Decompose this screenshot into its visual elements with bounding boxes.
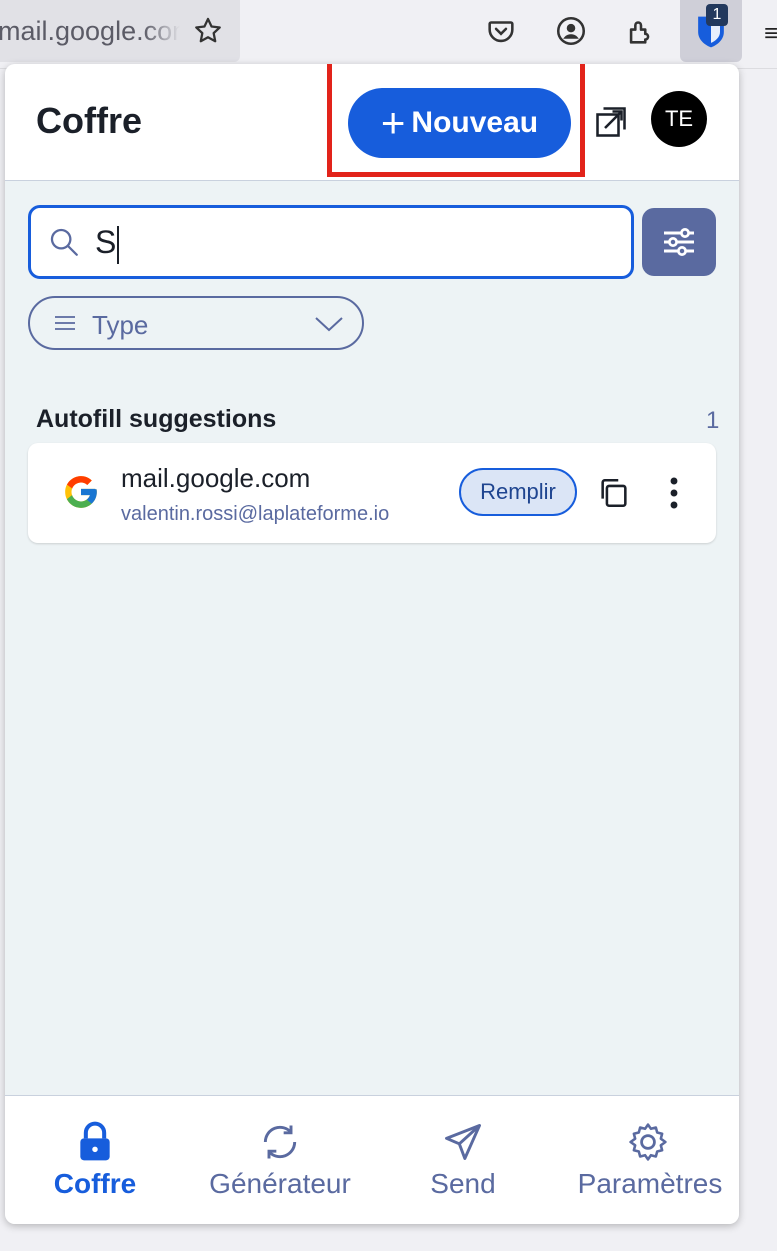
nav-item-send[interactable]: Send — [413, 1096, 513, 1224]
page-title: Coffre — [36, 100, 142, 141]
avatar-initials: TE — [664, 106, 694, 131]
new-item-label: Nouveau — [411, 106, 539, 139]
lock-icon — [80, 1121, 110, 1161]
popup-header: Coffre + Nouveau TE — [5, 64, 739, 181]
nav-label-send: Send — [430, 1168, 496, 1199]
bitwarden-popup: Coffre + Nouveau TE S Type Autofill sugg… — [5, 64, 739, 1224]
pocket-icon[interactable] — [484, 14, 518, 48]
section-count: 1 — [706, 407, 720, 434]
extension-badge: 1 — [706, 4, 728, 26]
more-options-icon[interactable] — [666, 475, 682, 511]
bitwarden-extension-button[interactable]: 1 — [680, 0, 742, 62]
nav-item-vault[interactable]: Coffre — [35, 1096, 155, 1224]
type-filter-label: Type — [92, 310, 149, 340]
nav-label-settings: Paramètres — [577, 1168, 723, 1199]
chevron-down-icon — [315, 317, 343, 332]
nav-item-settings[interactable]: Paramètres — [565, 1096, 735, 1224]
nav-label-vault: Coffre — [53, 1168, 137, 1199]
nav-label-generator: Générateur — [209, 1168, 351, 1199]
search-input[interactable] — [95, 220, 615, 264]
url-text[interactable]: mail.google.com — [0, 16, 180, 47]
plus-icon: + — [380, 99, 406, 146]
bottom-nav: Coffre Générateur Send Paramètres — [5, 1095, 739, 1224]
filter-button[interactable] — [642, 208, 716, 276]
google-logo-icon — [65, 476, 97, 508]
item-title: mail.google.com — [121, 463, 311, 493]
sliders-icon — [664, 228, 694, 256]
star-icon[interactable] — [191, 14, 225, 48]
text-caret — [117, 226, 119, 264]
refresh-icon — [263, 1125, 297, 1159]
url-bar[interactable]: mail.google.com — [0, 0, 240, 62]
list-item[interactable]: mail.google.com valentin.rossi@laplatefo… — [28, 443, 716, 543]
fill-button[interactable]: Remplir — [459, 468, 577, 516]
item-subtitle: valentin.rossi@laplateforme.io — [121, 503, 390, 525]
menu-icon[interactable]: ≡ — [764, 20, 777, 48]
type-filter-select[interactable]: Type — [28, 296, 364, 350]
avatar[interactable]: TE — [651, 91, 707, 147]
section-title: Autofill suggestions — [36, 405, 277, 433]
search-icon — [50, 228, 78, 256]
copy-icon[interactable] — [597, 476, 631, 510]
popout-icon[interactable] — [593, 104, 629, 140]
browser-toolbar: mail.google.com 1 ≡ — [0, 0, 777, 69]
list-icon — [55, 316, 75, 330]
account-icon[interactable] — [554, 14, 588, 48]
nav-item-generator[interactable]: Générateur — [195, 1096, 365, 1224]
gear-icon — [629, 1123, 667, 1161]
fill-button-label: Remplir — [480, 479, 556, 504]
search-field[interactable] — [28, 205, 634, 279]
new-item-button[interactable]: + Nouveau — [348, 88, 571, 158]
extensions-icon[interactable] — [624, 14, 658, 48]
paper-plane-icon — [445, 1124, 481, 1160]
